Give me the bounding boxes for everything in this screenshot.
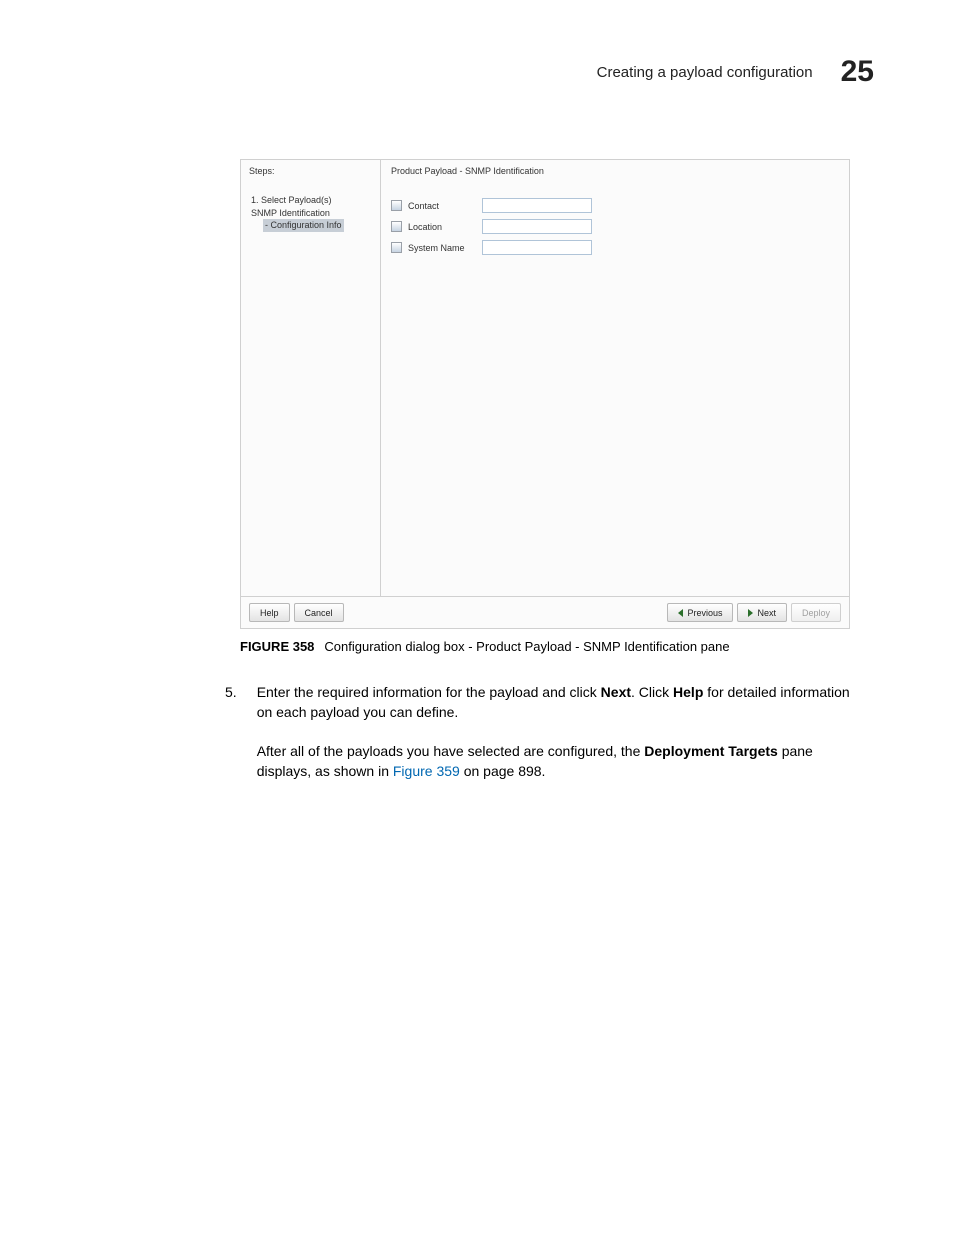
deploy-button: Deploy <box>791 603 841 622</box>
location-input[interactable] <box>482 219 592 234</box>
contact-label: Contact <box>408 201 476 211</box>
location-checkbox[interactable] <box>391 221 402 232</box>
help-button-label: Help <box>260 608 279 618</box>
help-button[interactable]: Help <box>249 603 290 622</box>
page: Creating a payload configuration 25 Step… <box>0 0 954 1235</box>
cancel-button[interactable]: Cancel <box>294 603 344 622</box>
dialog-footer: Help Cancel Previous Next Deploy <box>241 596 849 628</box>
step-configuration-info-label: - Configuration Info <box>263 219 344 232</box>
next-icon <box>748 609 753 617</box>
step-snmp-identification[interactable]: SNMP Identification <box>249 207 372 220</box>
deployment-targets-text: Deployment Targets <box>644 743 778 759</box>
left-buttons: Help Cancel <box>249 603 344 622</box>
previous-icon <box>678 609 683 617</box>
body-text: 5. Enter the required information for th… <box>225 682 865 781</box>
step-5-para-2: After all of the payloads you have selec… <box>257 741 865 782</box>
right-buttons: Previous Next Deploy <box>667 603 841 622</box>
location-label: Location <box>408 222 476 232</box>
snmp-identification-pane: Product Payload - SNMP Identification Co… <box>381 160 849 596</box>
page-header: Creating a payload configuration 25 <box>60 55 894 89</box>
contact-input[interactable] <box>482 198 592 213</box>
figure-caption: FIGURE 358 Configuration dialog box - Pro… <box>240 639 894 654</box>
system-name-checkbox[interactable] <box>391 242 402 253</box>
figure-caption-text: Configuration dialog box - Product Paylo… <box>324 639 729 654</box>
dialog-body: Steps: 1. Select Payload(s) SNMP Identif… <box>241 160 849 596</box>
step-configuration-info[interactable]: - Configuration Info <box>249 219 372 232</box>
cancel-button-label: Cancel <box>305 608 333 618</box>
previous-button[interactable]: Previous <box>667 603 733 622</box>
deploy-button-label: Deploy <box>802 608 830 618</box>
next-button-label: Next <box>757 608 776 618</box>
contact-checkbox[interactable] <box>391 200 402 211</box>
step-5-content: Enter the required information for the p… <box>257 682 865 781</box>
page-number: 25 <box>841 55 874 89</box>
next-text: Next <box>601 684 631 700</box>
header-title: Creating a payload configuration <box>597 64 813 81</box>
next-button[interactable]: Next <box>737 603 787 622</box>
snmp-config-dialog: Steps: 1. Select Payload(s) SNMP Identif… <box>240 159 850 629</box>
figure-label: FIGURE 358 <box>240 639 314 654</box>
steps-list: 1. Select Payload(s) SNMP Identification… <box>249 194 372 232</box>
system-name-label: System Name <box>408 243 476 253</box>
pane-title: Product Payload - SNMP Identification <box>391 166 839 176</box>
steps-label: Steps: <box>249 166 372 176</box>
location-row: Location <box>391 219 839 234</box>
step-5: 5. Enter the required information for th… <box>225 682 865 781</box>
steps-pane: Steps: 1. Select Payload(s) SNMP Identif… <box>241 160 381 596</box>
system-name-row: System Name <box>391 240 839 255</box>
figure-358: Steps: 1. Select Payload(s) SNMP Identif… <box>240 159 894 654</box>
figure-359-link[interactable]: Figure 359 <box>393 763 460 779</box>
contact-row: Contact <box>391 198 839 213</box>
step-5-number: 5. <box>225 682 237 781</box>
help-text: Help <box>673 684 703 700</box>
step-select-payloads[interactable]: 1. Select Payload(s) <box>249 194 372 207</box>
previous-button-label: Previous <box>687 608 722 618</box>
system-name-input[interactable] <box>482 240 592 255</box>
step-5-para-1: Enter the required information for the p… <box>257 682 865 723</box>
